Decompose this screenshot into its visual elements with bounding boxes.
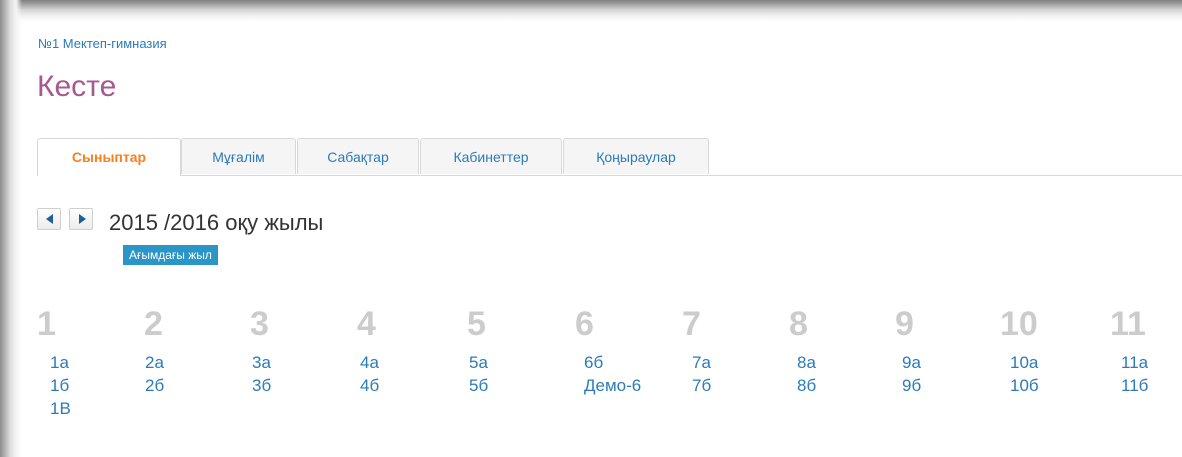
class-link[interactable]: 8а	[797, 353, 816, 373]
class-link[interactable]: 5б	[469, 376, 488, 396]
grade-number: 10	[1000, 305, 1038, 343]
tab-classes[interactable]: Сыныптар	[37, 138, 181, 176]
triangle-left-icon	[46, 214, 53, 224]
tab-cabinets[interactable]: Кабинеттер	[420, 138, 562, 174]
grade-number: 7	[682, 305, 701, 343]
class-link[interactable]: 3а	[252, 353, 271, 373]
grade-number: 9	[895, 305, 914, 343]
class-link[interactable]: 7а	[692, 353, 711, 373]
class-link[interactable]: 11а	[1121, 353, 1148, 373]
frame-shadow-top	[0, 0, 1182, 22]
class-link[interactable]: 7б	[692, 376, 711, 396]
tab-teacher[interactable]: Мұғалім	[181, 138, 296, 174]
class-link[interactable]: 3б	[252, 376, 271, 396]
grade-number: 2	[144, 305, 163, 343]
page-title: Кесте	[37, 70, 117, 103]
class-link[interactable]: 1В	[50, 399, 71, 419]
tab-subjects[interactable]: Сабақтар	[297, 138, 419, 174]
current-year-badge: Ағымдағы жыл	[123, 245, 218, 265]
previous-year-button[interactable]	[37, 208, 61, 230]
grade-number: 8	[789, 305, 808, 343]
class-link[interactable]: 6б	[584, 353, 603, 373]
academic-year-label: 2015 /2016 оқу жылы	[109, 210, 324, 235]
grade-number: 3	[250, 305, 269, 343]
school-breadcrumb-link[interactable]: №1 Мектеп-гимназия	[38, 36, 167, 51]
class-link[interactable]: 4а	[360, 353, 379, 373]
class-link[interactable]: 9а	[902, 353, 921, 373]
grade-number: 6	[575, 305, 594, 343]
grade-number: 5	[467, 305, 486, 343]
class-link[interactable]: 10б	[1010, 376, 1039, 396]
class-link[interactable]: Демо-6	[584, 376, 641, 396]
tab-bar: Сыныптар Мұғалім Сабақтар Кабинеттер Қоң…	[37, 138, 1182, 176]
schedule-page: №1 Мектеп-гимназия Кесте Сыныптар Мұғалі…	[22, 22, 1182, 457]
grade-number: 11	[1110, 305, 1146, 343]
class-link[interactable]: 4б	[360, 376, 379, 396]
class-link[interactable]: 11б	[1121, 376, 1148, 396]
class-link[interactable]: 5а	[469, 353, 488, 373]
grade-number: 4	[357, 305, 376, 343]
class-link[interactable]: 10а	[1010, 353, 1038, 373]
window-frame: №1 Мектеп-гимназия Кесте Сыныптар Мұғалі…	[0, 0, 1182, 457]
class-link[interactable]: 2а	[145, 353, 164, 373]
class-link[interactable]: 9б	[902, 376, 921, 396]
class-link[interactable]: 8б	[797, 376, 816, 396]
class-link[interactable]: 2б	[145, 376, 164, 396]
grade-number: 1	[37, 305, 56, 343]
frame-shadow-left	[0, 0, 22, 457]
next-year-button[interactable]	[69, 208, 93, 230]
class-link[interactable]: 1б	[50, 376, 69, 396]
triangle-right-icon	[79, 214, 86, 224]
class-link[interactable]: 1а	[50, 353, 69, 373]
tab-bells[interactable]: Қоңыраулар	[563, 138, 709, 174]
